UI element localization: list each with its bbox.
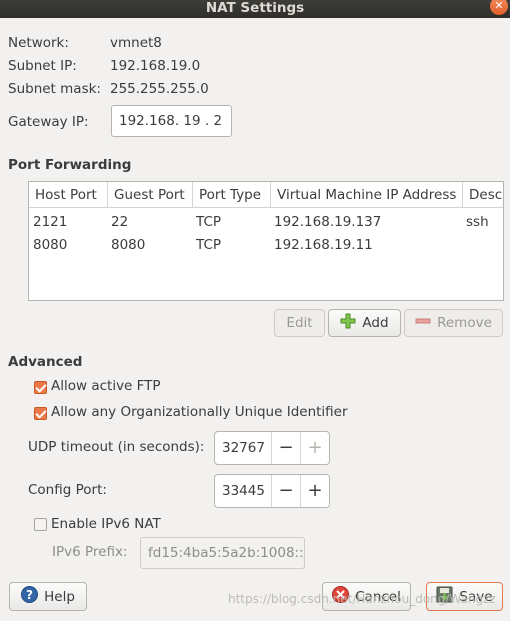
add-label: Add: [362, 315, 389, 331]
cell-description: ssh: [466, 214, 489, 230]
minus-icon: [415, 313, 431, 333]
port-forwarding-heading: Port Forwarding: [8, 157, 132, 173]
cell-host-port: 2121: [33, 214, 68, 230]
ipv6-prefix-label: IPv6 Prefix:: [52, 544, 128, 560]
config-port-spinner[interactable]: 33445 − +: [214, 474, 330, 508]
remove-label: Remove: [437, 315, 492, 331]
udp-timeout-spinner[interactable]: 32767 − +: [214, 431, 330, 465]
column-header-vm-ip[interactable]: Virtual Machine IP Address: [271, 182, 463, 208]
plus-icon: +: [307, 480, 323, 501]
cell-guest-port: 8080: [111, 237, 146, 253]
subnet-mask-label: Subnet mask:: [8, 81, 101, 97]
remove-button[interactable]: Remove: [404, 309, 503, 337]
network-label: Network:: [8, 35, 69, 51]
udp-timeout-label: UDP timeout (in seconds):: [28, 439, 205, 455]
svg-text:?: ?: [26, 588, 33, 602]
close-button[interactable]: ✕: [490, 0, 508, 15]
minus-icon: −: [278, 437, 294, 458]
cell-vm-ip: 192.168.19.137: [274, 214, 382, 230]
allow-active-ftp-checkbox[interactable]: [34, 381, 47, 394]
help-button[interactable]: ? Help: [9, 582, 87, 611]
cell-host-port: 8080: [33, 237, 68, 253]
edit-label: Edit: [286, 315, 313, 331]
udp-timeout-value[interactable]: 32767: [222, 432, 265, 464]
subnet-ip-value: 192.168.19.0: [110, 58, 201, 74]
table-row[interactable]: 8080 8080 TCP 192.168.19.11: [29, 233, 503, 257]
allow-active-ftp-label[interactable]: Allow active FTP: [51, 378, 161, 394]
table-row[interactable]: 2121 22 TCP 192.168.19.137 ssh: [29, 210, 503, 234]
udp-timeout-decrement-button[interactable]: −: [271, 432, 300, 464]
table-header: Host Port Guest Port Port Type Virtual M…: [29, 182, 503, 208]
subnet-mask-value: 255.255.255.0: [110, 81, 209, 97]
edit-button[interactable]: Edit: [274, 309, 325, 337]
gateway-label: Gateway IP:: [8, 114, 89, 130]
help-icon: ?: [21, 586, 39, 607]
port-forwarding-table[interactable]: Host Port Guest Port Port Type Virtual M…: [28, 181, 504, 301]
column-header-description[interactable]: Desc: [463, 182, 503, 208]
subnet-ip-label: Subnet IP:: [8, 58, 77, 74]
column-header-host-port[interactable]: Host Port: [29, 182, 108, 208]
gateway-ip-field[interactable]: 192.168. 19 . 2: [111, 105, 232, 137]
config-port-value[interactable]: 33445: [222, 475, 265, 507]
enable-ipv6-nat-checkbox[interactable]: [34, 518, 47, 531]
cell-guest-port: 22: [111, 214, 129, 230]
close-icon: ✕: [494, 0, 504, 12]
minus-icon: −: [278, 480, 294, 501]
allow-oui-checkbox[interactable]: [34, 407, 47, 420]
title-bar: NAT Settings ✕: [0, 0, 510, 18]
plus-icon: +: [307, 437, 323, 458]
watermark: https://blog.csdn.net/Hanzhou_dong/Wangz…: [228, 592, 496, 606]
ipv6-prefix-field[interactable]: fd15:4ba5:5a2b:1008::/: [140, 537, 305, 569]
advanced-heading: Advanced: [8, 354, 83, 370]
config-port-label: Config Port:: [28, 482, 107, 498]
help-label: Help: [44, 588, 75, 605]
config-port-increment-button[interactable]: +: [300, 475, 329, 507]
allow-oui-label[interactable]: Allow any Organizationally Unique Identi…: [51, 404, 348, 420]
config-port-decrement-button[interactable]: −: [271, 475, 300, 507]
column-header-guest-port[interactable]: Guest Port: [108, 182, 193, 208]
network-value: vmnet8: [110, 35, 162, 51]
udp-timeout-increment-button[interactable]: +: [300, 432, 329, 464]
window-title: NAT Settings: [205, 0, 305, 16]
column-header-port-type[interactable]: Port Type: [193, 182, 271, 208]
enable-ipv6-nat-label[interactable]: Enable IPv6 NAT: [51, 516, 161, 532]
cell-port-type: TCP: [196, 214, 222, 230]
cell-vm-ip: 192.168.19.11: [274, 237, 373, 253]
plus-icon: [340, 313, 356, 333]
add-button[interactable]: Add: [328, 309, 401, 337]
cell-port-type: TCP: [196, 237, 222, 253]
